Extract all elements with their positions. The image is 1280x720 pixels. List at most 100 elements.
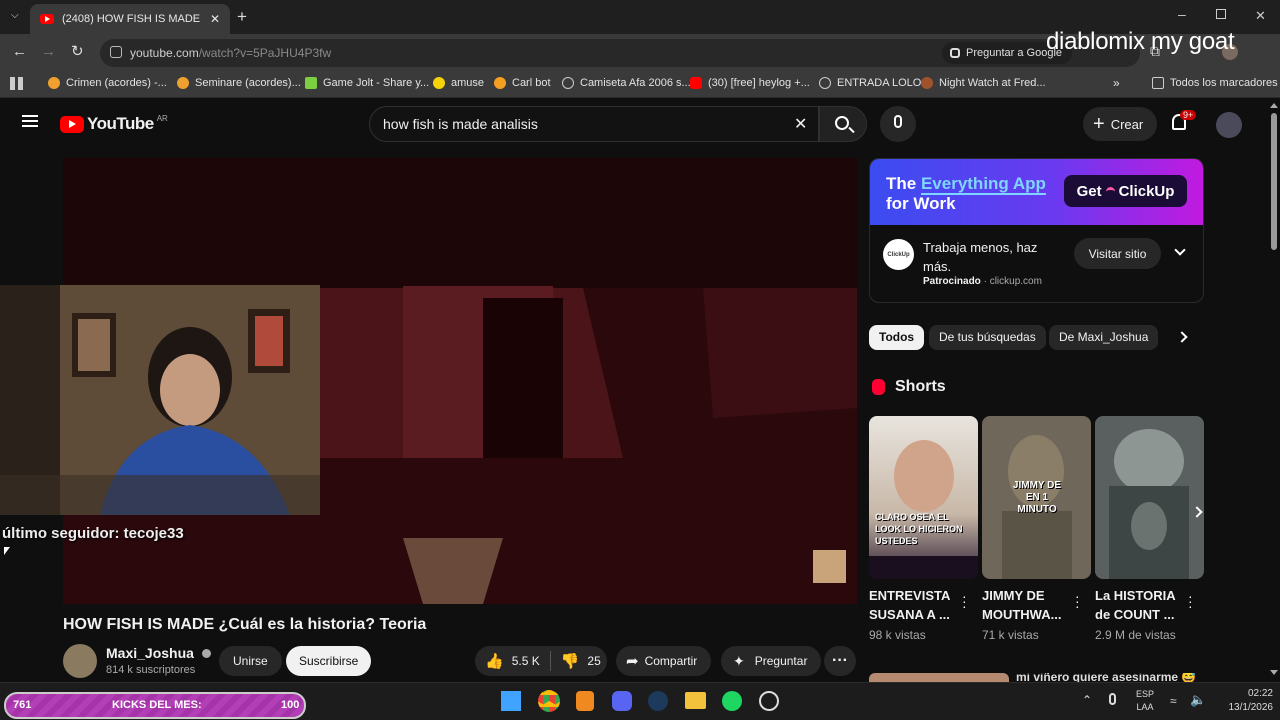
chevron-right-icon[interactable] — [1176, 331, 1188, 343]
clock-date: 13/1/2026 — [1228, 702, 1274, 713]
dislike-button[interactable]: 👎 25 — [561, 652, 601, 670]
tab-list-chevron-icon[interactable]: ⌵ — [11, 10, 19, 21]
fl-studio-icon[interactable] — [576, 691, 594, 711]
file-explorer-icon[interactable] — [685, 692, 706, 709]
steam-icon[interactable] — [648, 691, 668, 711]
short-thumbnail-1[interactable]: CLARO OSEA EL LOOK LO HICIERON USTEDES — [869, 416, 978, 579]
site-info-icon[interactable] — [110, 46, 122, 58]
join-button[interactable]: Unirse — [219, 646, 282, 676]
channel-name[interactable]: Maxi_Joshua — [106, 645, 211, 661]
reload-icon[interactable]: ↻ — [71, 42, 84, 60]
search-button[interactable] — [819, 106, 867, 142]
bookmark-carlbot[interactable]: Carl bot — [494, 77, 551, 89]
bookmark-camiseta[interactable]: Camiseta Afa 2006 s... — [562, 77, 691, 89]
microphone-tray-icon[interactable] — [1109, 693, 1116, 705]
url-text: youtube.com/watch?v=5PaJHU4P3fw — [130, 46, 331, 60]
ad-banner-cta[interactable]: Get ClickUp — [1064, 175, 1187, 207]
tray-overflow-icon[interactable]: ⌃ — [1082, 693, 1092, 707]
back-icon[interactable]: ← — [12, 43, 27, 60]
new-tab-button[interactable]: + — [237, 7, 247, 27]
spotify-icon[interactable] — [722, 691, 742, 711]
chip-all[interactable]: Todos — [869, 325, 925, 350]
short-title-3[interactable]: La HISTORIA de COUNT ... — [1095, 586, 1187, 624]
bookmark-night-watch[interactable]: Night Watch at Fred... — [921, 77, 1046, 89]
scroll-up-icon[interactable] — [1270, 103, 1278, 108]
start-windows-icon[interactable] — [501, 691, 521, 711]
short-title-1[interactable]: ENTREVISTA SUSANA A ... — [869, 586, 961, 624]
minimize-button[interactable]: – — [1178, 6, 1186, 22]
create-button[interactable]: + Crear — [1083, 107, 1157, 141]
globe-icon — [819, 77, 831, 89]
scrollbar-thumb[interactable] — [1271, 113, 1277, 250]
youtube-logo[interactable]: YouTube AR — [60, 114, 168, 134]
short-more-icon[interactable]: · · · — [962, 589, 967, 613]
forward-icon[interactable]: → — [41, 43, 56, 60]
short-image-1 — [869, 440, 978, 579]
more-bookmarks-icon[interactable]: » — [1113, 76, 1120, 90]
next-recommendation-title[interactable]: mi viñero quiere asesinarme 😅 — [1016, 673, 1204, 682]
more-actions-button[interactable]: ··· — [824, 646, 856, 676]
bookmark-label: amuse — [451, 77, 485, 89]
scroll-down-icon[interactable] — [1270, 670, 1278, 675]
subscribe-button[interactable]: Suscribirse — [286, 646, 372, 676]
sponsored-ad[interactable]: The Everything App for Work Get ClickUp … — [869, 158, 1204, 303]
keyboard-layout: LAA — [1136, 702, 1154, 712]
next-recommendation-thumb[interactable] — [869, 673, 1009, 682]
tab-youtube[interactable]: (2408) HOW FISH IS MADE ¿Cu ✕ — [30, 4, 230, 34]
all-bookmarks-folder[interactable]: Todos los marcadores — [1152, 77, 1278, 89]
close-window-button[interactable]: ✕ — [1255, 8, 1266, 24]
notifications-button[interactable]: 9+ — [1172, 110, 1197, 130]
share-button[interactable]: ➦ Compartir — [616, 646, 712, 676]
menu-icon[interactable] — [22, 115, 38, 127]
clear-search-icon[interactable]: ✕ — [794, 114, 807, 134]
language-code: ESP — [1136, 689, 1155, 699]
ask-button[interactable]: ✦ Preguntar — [721, 646, 822, 676]
chip-from-channel[interactable]: De Maxi_Joshua — [1049, 325, 1159, 350]
channel-avatar[interactable] — [63, 644, 97, 678]
discord-icon[interactable] — [612, 691, 632, 711]
bookmark-amuse[interactable]: amuse — [433, 77, 484, 89]
input-language[interactable]: ESP LAA — [1136, 688, 1154, 714]
wifi-icon[interactable]: ≈ — [1170, 694, 1177, 708]
ad-headline: The Everything App for Work — [886, 174, 1046, 214]
streamer-camera — [0, 285, 320, 515]
short-more-icon[interactable]: · · · — [1075, 589, 1080, 613]
chrome-icon[interactable] — [538, 690, 560, 712]
chip-your-searches[interactable]: De tus búsquedas — [929, 325, 1046, 350]
bookmark-entrada-lolo[interactable]: ENTRADA LOLO — [819, 77, 921, 89]
like-button[interactable]: 👍 5.5 K — [475, 652, 540, 670]
short-thumbnail-3[interactable] — [1095, 416, 1204, 579]
webcam-overlay — [0, 285, 320, 515]
bookmark-seminare[interactable]: Seminare (acordes)... — [177, 77, 301, 89]
page-scrollbar[interactable] — [1268, 99, 1280, 682]
join-label: Unirse — [233, 654, 268, 668]
advertiser-logo: ClickUp — [883, 239, 914, 270]
bookmark-crimen[interactable]: Crimen (acordes) -... — [48, 77, 167, 89]
bookmark-label: Carl bot — [512, 77, 551, 89]
shorts-logo-icon — [872, 379, 885, 395]
bookmark-label: ENTRADA LOLO — [837, 77, 922, 89]
search-input[interactable]: how fish is made analisis ✕ — [369, 106, 819, 142]
system-clock[interactable]: 02:22 13/1/2026 — [1203, 687, 1274, 715]
bookmark-heylog[interactable]: (30) [free] heylog +... — [690, 77, 810, 89]
last-follower-overlay: último seguidor: tecoje33 — [2, 525, 184, 542]
tab-close-icon[interactable]: ✕ — [210, 12, 220, 26]
short-title-2[interactable]: JIMMY DE MOUTHWA... — [982, 586, 1074, 624]
avatar[interactable] — [1216, 112, 1242, 138]
bookmark-gamejolt[interactable]: Game Jolt - Share y... — [305, 77, 429, 89]
bookmark-label: Camiseta Afa 2006 s... — [580, 77, 691, 89]
chevron-down-icon[interactable] — [1174, 244, 1186, 256]
maximize-button[interactable] — [1216, 9, 1226, 19]
apps-grid-icon[interactable] — [10, 77, 23, 90]
obs-icon[interactable] — [759, 691, 779, 711]
thumbs-down-icon: 👎 — [560, 653, 580, 670]
voice-search-button[interactable] — [880, 106, 916, 142]
short-more-icon[interactable]: · · · — [1188, 589, 1193, 613]
visit-site-button[interactable]: Visitar sitio — [1074, 238, 1161, 269]
ad-banner[interactable]: The Everything App for Work Get ClickUp — [870, 159, 1203, 225]
bookmark-label: Seminare (acordes)... — [195, 77, 301, 89]
short-thumbnail-2[interactable]: JIMMY DE EN 1 MINUTO — [982, 416, 1091, 579]
address-bar[interactable]: youtube.com/watch?v=5PaJHU4P3fw Pregunta… — [100, 39, 1140, 67]
like-dislike-group: 👍 5.5 K 👎 25 — [475, 646, 607, 676]
bookmark-favicon-icon — [48, 77, 60, 89]
